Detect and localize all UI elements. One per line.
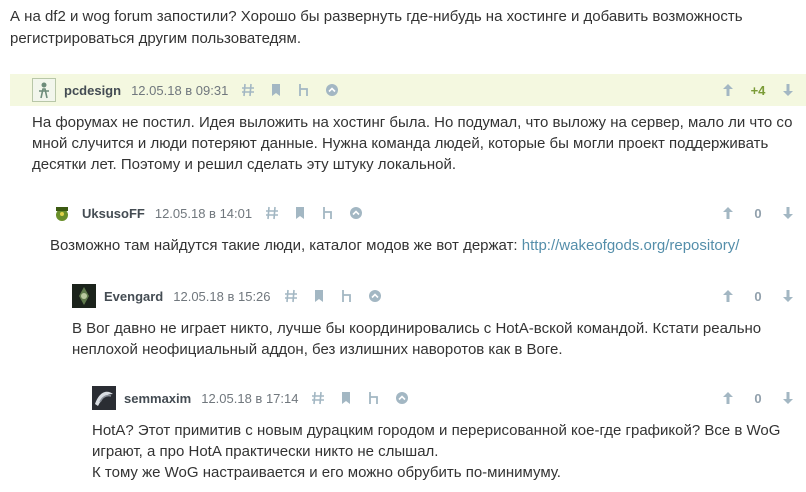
anchor-icon[interactable] — [283, 288, 299, 304]
comment-text-line: К тому же WoG настраивается и его можно … — [92, 464, 561, 481]
username[interactable]: pcdesign — [64, 83, 121, 98]
comment-pcdesign: pcdesign 12.05.18 в 09:31 +4 На форумах … — [10, 74, 806, 175]
comment-evengard: Evengard 12.05.18 в 15:26 0 В Вог давно … — [72, 280, 806, 360]
voting: 0 — [720, 197, 796, 229]
score: 0 — [754, 390, 762, 406]
anchor-icon[interactable] — [310, 390, 326, 406]
upvote-icon[interactable] — [720, 82, 736, 98]
voting: +4 — [720, 74, 796, 106]
parent-comment-text: А на df2 и wog forum запостили? Хорошо б… — [10, 8, 743, 47]
username[interactable]: semmaxim — [124, 391, 191, 406]
reply-icon[interactable] — [324, 82, 340, 98]
comment-tools — [240, 82, 352, 98]
comment-header: UksusoFF 12.05.18 в 14:01 0 — [50, 197, 806, 229]
comment-header: semmaxim 12.05.18 в 17:14 0 — [92, 382, 806, 414]
avatar[interactable] — [50, 201, 74, 225]
comment-tools — [310, 390, 422, 406]
anchor-icon[interactable] — [240, 82, 256, 98]
avatar-image — [92, 386, 116, 410]
score: 0 — [754, 288, 762, 304]
bookmark-icon[interactable] — [292, 205, 308, 221]
downvote-icon[interactable] — [780, 390, 796, 406]
bookmark-icon[interactable] — [268, 82, 284, 98]
avatar[interactable] — [92, 386, 116, 410]
downvote-icon[interactable] — [780, 82, 796, 98]
bookmark-icon[interactable] — [311, 288, 327, 304]
username[interactable]: UksusoFF — [82, 206, 145, 221]
comment-uksusoff: UksusoFF 12.05.18 в 14:01 0 Возможно там… — [50, 197, 806, 256]
voting: 0 — [720, 382, 796, 414]
comment-text: HotA? Этот примитив с новым дурацким гор… — [92, 414, 806, 483]
voting: 0 — [720, 280, 796, 312]
reply-icon[interactable] — [348, 205, 364, 221]
comment-text: В Вог давно не играет никто, лучше бы ко… — [72, 320, 762, 358]
comment-text: На форумах не постил. Идея выложить на х… — [32, 114, 793, 173]
repository-link[interactable]: http://wakeofgods.org/repository/ — [522, 237, 740, 254]
avatar[interactable] — [32, 78, 56, 102]
reply-icon[interactable] — [367, 288, 383, 304]
avatar-image — [72, 284, 96, 308]
comment-time[interactable]: 12.05.18 в 17:14 — [201, 391, 298, 406]
upvote-icon[interactable] — [720, 288, 736, 304]
score: +4 — [750, 82, 766, 98]
reply-icon[interactable] — [394, 390, 410, 406]
comment-text-line: HotA? Этот примитив с новым дурацким гор… — [92, 422, 781, 460]
comment-text: Возможно там найдутся такие люди, катало… — [50, 229, 806, 256]
downvote-icon[interactable] — [780, 205, 796, 221]
avatar-image — [39, 82, 49, 99]
comment-time[interactable]: 12.05.18 в 09:31 — [131, 83, 228, 98]
upvote-icon[interactable] — [720, 205, 736, 221]
comment-tools — [283, 288, 395, 304]
comment-time[interactable]: 12.05.18 в 14:01 — [155, 206, 252, 221]
upvote-icon[interactable] — [720, 390, 736, 406]
comment-text-body: Возможно там найдутся такие люди, катало… — [50, 237, 522, 254]
downvote-icon[interactable] — [780, 288, 796, 304]
comment-header: Evengard 12.05.18 в 15:26 0 — [72, 280, 806, 312]
parent-icon[interactable] — [339, 288, 355, 304]
avatar-image — [56, 207, 68, 221]
username[interactable]: Evengard — [104, 289, 163, 304]
parent-icon[interactable] — [320, 205, 336, 221]
score: 0 — [754, 205, 762, 221]
bookmark-icon[interactable] — [338, 390, 354, 406]
anchor-icon[interactable] — [264, 205, 280, 221]
parent-icon[interactable] — [366, 390, 382, 406]
avatar[interactable] — [72, 284, 96, 308]
comment-header: pcdesign 12.05.18 в 09:31 +4 — [10, 74, 806, 106]
comment-tools — [264, 205, 376, 221]
comment-time[interactable]: 12.05.18 в 15:26 — [173, 289, 270, 304]
parent-icon[interactable] — [296, 82, 312, 98]
comment-semmaxim: semmaxim 12.05.18 в 17:14 0 HotA? Этот п… — [92, 382, 806, 483]
